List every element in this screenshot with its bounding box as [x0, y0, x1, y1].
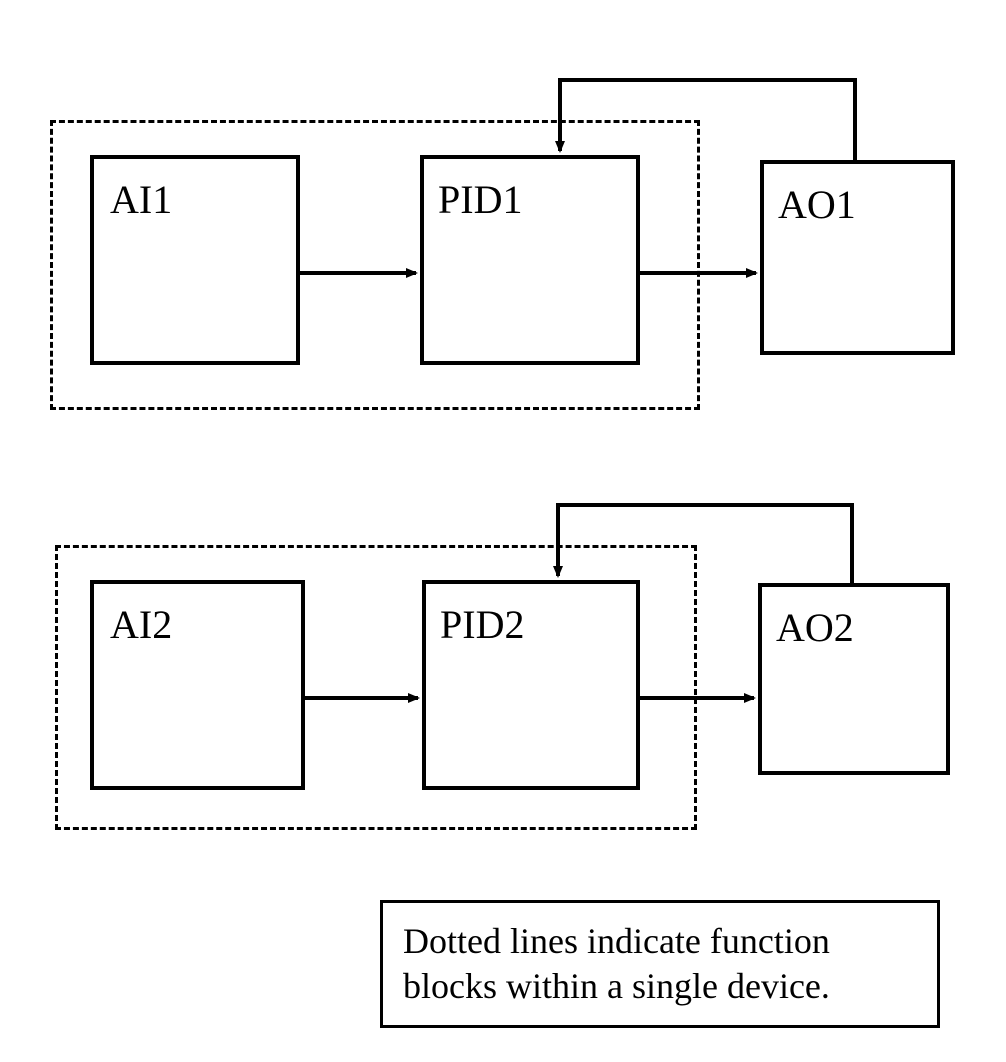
- ao1-label: AO1: [778, 185, 856, 225]
- pid1-label: PID1: [438, 180, 522, 220]
- pid2-label: PID2: [440, 605, 524, 645]
- legend-note-line1: Dotted lines indicate function: [403, 919, 917, 964]
- ao2-label: AO2: [776, 608, 854, 648]
- legend-note-line2: blocks within a single device.: [403, 964, 917, 1009]
- diagram-canvas: AI1 PID1 AO1 AI2 PID2 AO2 Dotted lines i…: [0, 0, 1006, 1062]
- legend-note: Dotted lines indicate function blocks wi…: [380, 900, 940, 1028]
- ai1-label: AI1: [110, 180, 172, 220]
- ai2-label: AI2: [110, 605, 172, 645]
